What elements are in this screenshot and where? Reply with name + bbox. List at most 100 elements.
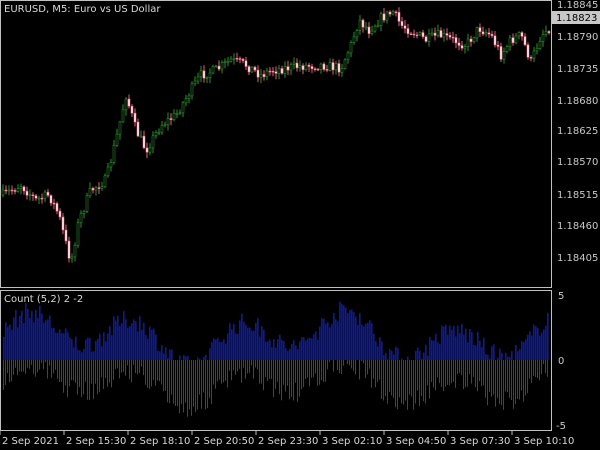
histogram-bar-negative [173, 360, 174, 404]
histogram-bar-positive [69, 337, 71, 360]
histogram-bar-positive [315, 331, 317, 360]
candle-body [142, 135, 146, 149]
histogram-bar-positive [197, 357, 199, 360]
histogram-bar-negative [121, 360, 122, 373]
candle-body [37, 197, 41, 200]
histogram-bar-positive [231, 329, 233, 360]
histogram-bar-negative [53, 360, 54, 374]
candle-body [445, 33, 449, 36]
histogram-bar-positive [23, 323, 25, 360]
histogram-bar-positive [493, 344, 495, 360]
candle-body [124, 98, 128, 111]
chart-canvas[interactable]: EURUSD, M5: Euro vs US Dollar Count (5,2… [0, 0, 600, 450]
histogram-bar-negative [125, 360, 126, 376]
histogram-bar-positive [491, 346, 493, 360]
histogram-bar-negative [43, 360, 44, 370]
histogram-bar-negative [33, 360, 34, 374]
histogram-bar-negative [103, 360, 104, 389]
histogram-bar-positive [423, 352, 425, 360]
histogram-bar-negative [535, 360, 536, 378]
histogram-bar-negative [389, 360, 390, 393]
candle-body [307, 64, 311, 67]
candle-body [220, 61, 224, 70]
histogram-bar-negative [189, 360, 190, 410]
histogram-bar-negative [479, 360, 480, 382]
histogram-bar-positive [347, 313, 349, 360]
candle-body [346, 52, 350, 60]
histogram-bar-negative [529, 360, 530, 379]
histogram-bar-negative [225, 360, 226, 381]
histogram-bar-positive [301, 337, 303, 360]
histogram-bar-positive [15, 310, 17, 360]
current-price-label: 1.18823 [556, 13, 597, 24]
candle-body [238, 58, 242, 60]
histogram-bar-negative [289, 360, 290, 400]
histogram-bar-negative [111, 360, 112, 388]
histogram-bar-positive [199, 358, 201, 360]
histogram-bar-positive [127, 328, 129, 360]
candle-body [151, 135, 155, 149]
candle-body [61, 216, 65, 231]
indicator-scale-label: -5 [556, 421, 566, 432]
histogram-bar-negative [283, 360, 284, 385]
histogram-bar-negative [169, 360, 170, 404]
histogram-bar-negative [305, 360, 306, 379]
histogram-bar-negative [369, 360, 370, 369]
histogram-bar-negative [533, 360, 534, 376]
candle-body [25, 190, 29, 196]
histogram-bar-positive [241, 313, 243, 360]
histogram-bar-positive [471, 332, 473, 360]
histogram-bar-negative [539, 360, 540, 381]
histogram-bar-negative [315, 360, 316, 374]
histogram-bar-positive [215, 339, 217, 360]
histogram-bar-negative [277, 360, 278, 382]
histogram-bar-positive [511, 351, 513, 360]
histogram-bar-negative [397, 360, 398, 410]
histogram-bar-negative [543, 360, 544, 364]
histogram-bar-positive [121, 323, 123, 360]
histogram-bar-positive [3, 337, 5, 360]
histogram-bar-negative [49, 360, 50, 366]
histogram-bar-negative [81, 360, 82, 398]
histogram-bar-positive [43, 322, 45, 360]
histogram-bar-positive [395, 346, 397, 360]
histogram-bar-positive [187, 356, 189, 360]
candle-body [337, 63, 341, 73]
histogram-bar-positive [117, 315, 119, 360]
candle-body [43, 191, 47, 199]
candle-body [415, 34, 419, 37]
histogram-bar-positive [235, 333, 237, 360]
histogram-bar-negative [481, 360, 482, 387]
histogram-bar-positive [293, 340, 295, 360]
histogram-bar-negative [5, 360, 6, 386]
histogram-bar-positive [141, 329, 143, 360]
histogram-bar-positive [21, 310, 23, 360]
histogram-bar-negative [221, 360, 222, 384]
histogram-bar-negative [513, 360, 514, 409]
time-label: 2 Sep 15:30 [66, 436, 126, 447]
histogram-bar-negative [545, 360, 546, 373]
candle-body [196, 76, 200, 82]
candle-body [277, 68, 281, 74]
histogram-bar-negative [245, 360, 246, 379]
histogram-bar-positive [339, 301, 341, 360]
candle-body [454, 37, 458, 44]
histogram-bar-negative [215, 360, 216, 389]
histogram-bar-positive [33, 322, 35, 360]
histogram-bar-negative [227, 360, 228, 388]
histogram-bar-negative [47, 360, 48, 379]
histogram-bar-positive [105, 341, 107, 360]
histogram-bar-positive [183, 355, 185, 360]
histogram-bar-negative [259, 360, 260, 384]
histogram-bar-positive [455, 336, 457, 360]
histogram-bar-negative [303, 360, 304, 388]
histogram-bar-negative [349, 360, 350, 366]
histogram-bar-positive [319, 326, 321, 360]
histogram-bar-positive [133, 319, 135, 360]
candle-body [484, 32, 488, 35]
time-label: 2 Sep 2021 [2, 436, 59, 447]
candle-body [289, 64, 293, 71]
histogram-bar-negative [463, 360, 464, 390]
histogram-bar-negative [515, 360, 516, 404]
candle-body [214, 65, 218, 68]
